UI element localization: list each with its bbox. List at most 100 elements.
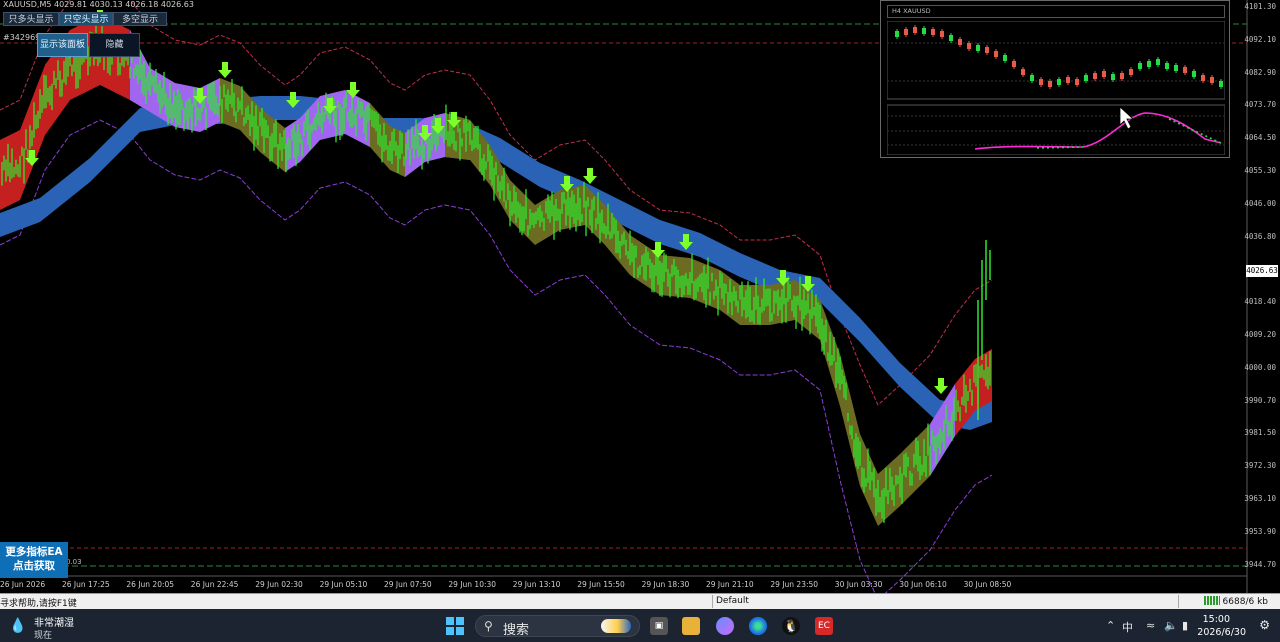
time-axis-label: 26 Jun 2026 bbox=[0, 580, 46, 589]
windows-taskbar: 💧 非常潮湿 现在 ⚲ 搜索 ▣ 🐧 EC ⌃ 中 ≈ 🔈 ▮ 15:00 20… bbox=[0, 609, 1280, 642]
mini-candle bbox=[1165, 63, 1169, 69]
mini-candle bbox=[1039, 79, 1043, 85]
time-axis-label: 26 Jun 20:05 bbox=[126, 580, 175, 589]
mini-candle bbox=[1174, 65, 1178, 71]
mini-candle bbox=[1192, 71, 1196, 77]
both-sides-button[interactable]: 多空显示 bbox=[113, 12, 167, 26]
mini-candle bbox=[958, 39, 962, 45]
hide-button[interactable]: 隐藏 bbox=[89, 33, 140, 57]
promo-banner[interactable]: 更多指标EA 点击获取 bbox=[0, 542, 68, 578]
show-panel-button[interactable]: 显示该面板 bbox=[37, 33, 88, 57]
level-tag: 0.03 bbox=[66, 558, 82, 566]
mini-candle bbox=[1075, 79, 1079, 85]
mini-chart-title: H4 XAUUSD bbox=[887, 5, 1225, 18]
price-axis-label: 3963.10 bbox=[1244, 494, 1276, 503]
mini-chart bbox=[887, 21, 1225, 155]
price-axis-label: 4064.50 bbox=[1244, 133, 1276, 143]
profile-name[interactable]: Default bbox=[716, 596, 749, 606]
volume-icon[interactable]: 🔈 bbox=[1164, 619, 1178, 632]
clock-date[interactable]: 2026/6/30 bbox=[1197, 627, 1246, 638]
traffic-text: 6688/6 kb bbox=[1222, 597, 1268, 607]
price-axis-label: 3981.50 bbox=[1244, 428, 1276, 438]
promo-line2: 点击获取 bbox=[13, 560, 55, 572]
mini-candle bbox=[1210, 77, 1214, 83]
price-axis-label: 4073.70 bbox=[1244, 100, 1276, 110]
battery-icon[interactable]: ▮ bbox=[1182, 619, 1188, 632]
mini-candle bbox=[940, 31, 944, 37]
mini-candle bbox=[904, 29, 908, 35]
taskbar-search[interactable]: ⚲ 搜索 bbox=[475, 615, 640, 638]
task-view-icon[interactable]: ▣ bbox=[650, 617, 668, 635]
mt4-window: XAUUSD,M5 4029.81 4030.13 4026.18 4026.6… bbox=[0, 0, 1280, 642]
file-explorer-icon[interactable] bbox=[682, 617, 700, 635]
price-axis-label: 4046.00 bbox=[1244, 198, 1276, 208]
price-axis-label: 4018.40 bbox=[1244, 297, 1276, 307]
search-highlight-icon bbox=[601, 619, 631, 633]
mini-candle bbox=[922, 28, 926, 34]
mini-candle bbox=[1093, 73, 1097, 79]
mini-candle bbox=[1048, 81, 1052, 87]
status-divider bbox=[1178, 595, 1179, 608]
mini-candle bbox=[1156, 59, 1160, 65]
status-divider bbox=[712, 595, 713, 608]
time-axis-label: 29 Jun 15:50 bbox=[577, 580, 625, 589]
copilot-icon[interactable] bbox=[716, 617, 734, 635]
qq-icon[interactable]: 🐧 bbox=[782, 617, 800, 635]
mini-candle bbox=[1066, 77, 1070, 83]
mini-candle bbox=[985, 47, 989, 53]
weather-droplet-icon[interactable]: 💧 bbox=[9, 618, 26, 634]
help-text: 寻求帮助,请按F1键 bbox=[0, 599, 77, 609]
connection-bars-icon bbox=[1203, 596, 1220, 605]
mini-chart-panel: H4 XAUUSD bbox=[880, 0, 1230, 158]
time-axis-label: 30 Jun 06:10 bbox=[899, 580, 947, 589]
mini-candle bbox=[1102, 71, 1106, 77]
price-axis-label: 4082.90 bbox=[1244, 67, 1276, 77]
time-axis-label: 29 Jun 07:50 bbox=[384, 580, 432, 589]
time-axis-label: 30 Jun 08:50 bbox=[963, 580, 1012, 589]
price-axis-label: 3953.90 bbox=[1244, 526, 1276, 536]
mini-candle bbox=[1057, 79, 1061, 85]
mini-candle bbox=[1147, 61, 1151, 67]
long-only-button[interactable]: 只多头显示 bbox=[3, 12, 59, 26]
time-axis-label: 29 Jun 18:30 bbox=[641, 580, 690, 589]
windows-start-icon[interactable] bbox=[446, 617, 464, 635]
price-axis-label: 3990.70 bbox=[1244, 395, 1276, 405]
tray-overflow-icon[interactable]: ⌃ bbox=[1106, 619, 1115, 632]
symbol-info: XAUUSD,M5 4029.81 4030.13 4026.18 4026.6… bbox=[3, 0, 194, 9]
status-bar: 寻求帮助,请按F1键 Default 6688/6 kb bbox=[0, 593, 1280, 610]
mini-candle bbox=[1111, 74, 1115, 80]
edge-browser-icon[interactable] bbox=[749, 617, 767, 635]
mini-candle bbox=[994, 51, 998, 57]
price-axis-label: 4101.30 bbox=[1244, 2, 1276, 11]
price-axis-label: 4009.20 bbox=[1244, 330, 1276, 339]
short-only-button[interactable]: 只空头显示 bbox=[59, 12, 113, 26]
search-placeholder: 搜索 bbox=[503, 623, 530, 638]
mini-candle bbox=[1120, 73, 1124, 79]
notification-icon[interactable]: ⚙ bbox=[1259, 618, 1270, 632]
mini-candle bbox=[1021, 69, 1025, 75]
mini-candle bbox=[1084, 75, 1088, 81]
current-price-tag: 4026.63 bbox=[1246, 265, 1278, 277]
price-axis-label: 3972.30 bbox=[1244, 461, 1276, 471]
time-axis-label: 29 Jun 05:10 bbox=[319, 580, 368, 589]
time-axis-label: 30 Jun 03:30 bbox=[834, 580, 883, 589]
mini-candle bbox=[1003, 55, 1007, 61]
mini-candle bbox=[976, 45, 980, 51]
mini-candle bbox=[1201, 75, 1205, 81]
mini-candle bbox=[1012, 61, 1016, 67]
price-axis-label: 4000.00 bbox=[1244, 362, 1276, 372]
ime-indicator[interactable]: 中 bbox=[1122, 619, 1133, 635]
time-axis-label: 26 Jun 17:25 bbox=[62, 580, 110, 589]
wifi-icon[interactable]: ≈ bbox=[1146, 619, 1155, 632]
mini-candle bbox=[967, 43, 971, 49]
time-axis-label: 29 Jun 23:50 bbox=[770, 580, 819, 589]
mini-candle bbox=[913, 27, 917, 33]
time-axis-label: 26 Jun 22:45 bbox=[190, 580, 239, 589]
weather-title[interactable]: 非常潮湿 bbox=[34, 614, 74, 629]
weather-subtitle: 现在 bbox=[34, 631, 53, 641]
clock-time[interactable]: 15:00 bbox=[1203, 614, 1230, 625]
mini-candle bbox=[931, 29, 935, 35]
price-axis-label: 4092.10 bbox=[1244, 34, 1276, 44]
connection-status[interactable]: 6688/6 kb bbox=[1203, 596, 1268, 607]
app-ec-icon[interactable]: EC bbox=[815, 617, 833, 635]
